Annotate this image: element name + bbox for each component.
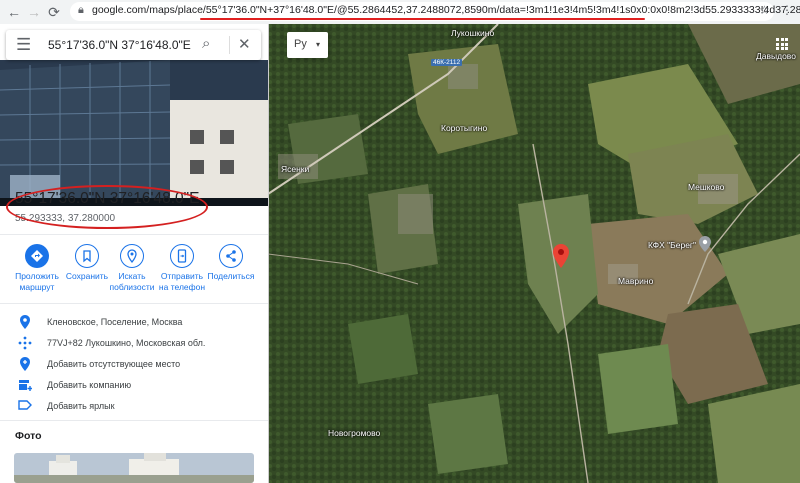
- plus-code-row[interactable]: 77VJ+82 Лукошкино, Московская обл.: [0, 334, 268, 354]
- hamburger-menu-icon[interactable]: ☰: [16, 35, 31, 55]
- plus-code-icon: [18, 336, 32, 350]
- back-icon[interactable]: ←: [4, 2, 24, 22]
- send-to-phone-icon: [170, 244, 194, 268]
- church-photo-image: [14, 453, 254, 483]
- directions-label-2: маршрут: [19, 282, 55, 292]
- nearby-icon: [120, 244, 144, 268]
- lock-icon[interactable]: 🔒︎: [78, 4, 84, 17]
- save-label: Сохранить: [65, 271, 109, 281]
- directions-label-1: Проложить: [15, 271, 59, 281]
- map-label-meshkovo: Мешково: [688, 182, 725, 192]
- browser-toolbar: ← → ⟳ 🔒︎ google.com/maps/place/55°17'36.…: [0, 0, 800, 25]
- chevron-down-icon: ▾: [316, 40, 321, 49]
- add-place-row[interactable]: Добавить отсутствующее место: [0, 355, 268, 375]
- photos-heading: Фото: [15, 430, 42, 442]
- add-business-icon: [18, 378, 32, 392]
- add-business-text: Добавить компанию: [47, 380, 132, 390]
- add-label-row[interactable]: Добавить ярлык: [0, 397, 268, 417]
- share-label: Поделиться: [207, 271, 255, 281]
- search-divider: [229, 36, 230, 54]
- label-icon: [18, 399, 32, 413]
- share-button[interactable]: Поделиться: [202, 244, 260, 282]
- apps-grid-icon[interactable]: [776, 38, 788, 50]
- add-label-text: Добавить ярлык: [47, 401, 115, 411]
- url-path: /maps/place/55°17'36.0"N+37°16'48.0"E/@5…: [146, 4, 800, 16]
- forward-icon[interactable]: →: [24, 2, 44, 22]
- send-label-2: на телефон: [158, 282, 206, 292]
- share-icon: [219, 244, 243, 268]
- close-icon[interactable]: ✕: [238, 35, 251, 53]
- address-row[interactable]: Кленовское, Поселение, Москва: [0, 313, 268, 333]
- church-photo[interactable]: [14, 453, 254, 483]
- road-label: 46К-2112: [431, 59, 463, 66]
- divider: [0, 234, 268, 235]
- map-label-mavrino: Маврино: [618, 276, 654, 286]
- address-text: Кленовское, Поселение, Москва: [47, 317, 183, 327]
- url-text: google.com/maps/place/55°17'36.0"N+37°16…: [92, 4, 800, 16]
- map-label-lukoshkino: Лукошкино: [451, 28, 495, 38]
- map-label-davydovo: Давыдово: [756, 51, 796, 61]
- directions-icon: [25, 244, 49, 268]
- search-input[interactable]: 55°17'36.0"N 37°16'48.0"E: [48, 38, 191, 52]
- url-host: google.com: [92, 4, 147, 16]
- nearby-label-2: поблизости: [109, 282, 155, 292]
- map-label-korotygino: Коротыгино: [441, 123, 488, 133]
- url-annotation-underline: [200, 18, 645, 20]
- bookmark-star-icon[interactable]: ☆: [759, 3, 770, 17]
- add-place-text: Добавить отсутствующее место: [47, 359, 181, 369]
- plus-code-text: 77VJ+82 Лукошкино, Московская обл.: [47, 338, 206, 348]
- add-place-icon: [18, 357, 32, 371]
- location-pin-icon: [18, 315, 32, 329]
- map-label-yasenki: Ясенки: [281, 164, 310, 174]
- location-marker-icon[interactable]: [553, 244, 569, 268]
- send-label-1: Отправить: [160, 271, 204, 281]
- map-imagery: [268, 24, 800, 483]
- search-box[interactable]: ☰ 55°17'36.0"N 37°16'48.0"E ⌕ ✕: [6, 30, 261, 60]
- reload-icon[interactable]: ⟳: [44, 2, 64, 22]
- map-type-label: Ру: [294, 38, 307, 50]
- map-label-novogromovo: Новогромово: [328, 428, 381, 438]
- title-annotation-ellipse: [6, 185, 208, 229]
- map-type-dropdown[interactable]: Ру ▾: [287, 32, 328, 58]
- map-label-kfh-bereg: КФХ "Берег": [648, 240, 697, 250]
- place-photo[interactable]: [0, 60, 268, 206]
- add-business-row[interactable]: Добавить компанию: [0, 376, 268, 396]
- building-photo: [0, 60, 268, 206]
- satellite-map[interactable]: 46К-2112 Лукошкино Коротыгино Ясенки Меш…: [268, 24, 800, 483]
- search-icon[interactable]: ⌕: [202, 35, 210, 52]
- nearby-label-1: Искать: [118, 271, 146, 281]
- browser-menu-icon[interactable]: ⋮: [781, 3, 793, 17]
- divider: [0, 420, 268, 421]
- bookmark-icon: [75, 244, 99, 268]
- poi-marker-icon[interactable]: [699, 236, 711, 252]
- divider: [0, 303, 268, 304]
